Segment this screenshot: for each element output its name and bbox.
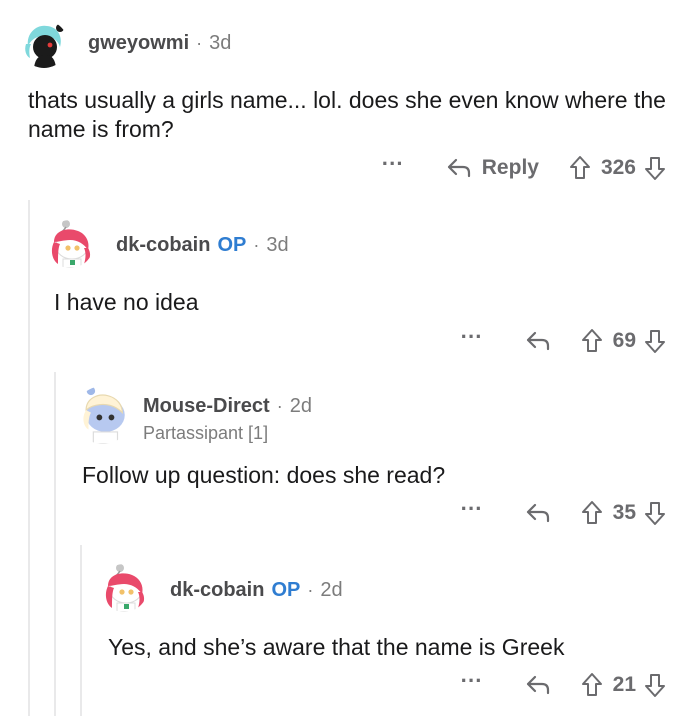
reply-button[interactable] (525, 329, 551, 353)
avatar[interactable] (74, 386, 132, 444)
avatar[interactable] (100, 564, 148, 612)
username[interactable]: Mouse-Direct (143, 395, 270, 418)
username[interactable]: gweyowmi (88, 32, 189, 55)
op-badge: OP (217, 234, 247, 256)
separator-dot: · (307, 580, 314, 600)
comment-actions: ··· 69 (461, 326, 666, 356)
user-flair: Partassipant [1] (143, 423, 269, 443)
vote-controls: 326 (569, 155, 666, 181)
comment-body: Yes, and she’s aware that the name is Gr… (108, 634, 565, 660)
comment-meta: gweyowmi · 3d (88, 32, 231, 55)
reply-icon (526, 503, 549, 523)
vote-controls: 21 (581, 672, 666, 698)
more-options-icon[interactable]: ··· (461, 670, 483, 694)
reply-button[interactable] (525, 673, 551, 697)
comment-body: I have no idea (54, 289, 199, 315)
comment-actions: ··· Reply 326 (382, 153, 666, 183)
reply-button[interactable] (525, 501, 551, 525)
op-badge: OP (271, 579, 301, 601)
upvote-icon[interactable] (581, 328, 603, 354)
downvote-icon[interactable] (644, 672, 666, 698)
comment-meta: dk-cobain OP · 2d (170, 579, 343, 602)
reply-icon (526, 331, 549, 351)
reply-icon (447, 158, 470, 178)
comment-meta: Mouse-Direct · 2d (143, 395, 312, 418)
comment-actions: ··· 35 (461, 498, 666, 528)
comment-actions: ··· 21 (461, 670, 666, 700)
more-options-icon[interactable]: ··· (382, 153, 404, 177)
comment-meta: dk-cobain OP · 3d (116, 234, 289, 257)
downvote-icon[interactable] (644, 155, 666, 181)
upvote-icon[interactable] (581, 500, 603, 526)
vote-count: 21 (612, 673, 636, 696)
comment-body: Follow up question: does she read? (82, 462, 446, 488)
username[interactable]: dk-cobain (170, 579, 264, 602)
username[interactable]: dk-cobain (116, 234, 210, 257)
comment-body: thats usually a girls name... lol. does … (28, 87, 666, 142)
vote-controls: 35 (581, 500, 666, 526)
thread-line-level-2[interactable] (54, 372, 56, 716)
more-options-icon[interactable]: ··· (461, 326, 483, 350)
separator-dot: · (276, 396, 283, 416)
avatar[interactable] (46, 220, 94, 268)
downvote-icon[interactable] (644, 500, 666, 526)
reply-icon (526, 675, 549, 695)
timestamp[interactable]: 3d (266, 234, 288, 257)
timestamp[interactable]: 2d (320, 579, 342, 602)
upvote-icon[interactable] (569, 155, 591, 181)
vote-count: 69 (612, 329, 636, 352)
reply-label: Reply (481, 156, 539, 179)
avatar[interactable] (20, 20, 68, 68)
upvote-icon[interactable] (581, 672, 603, 698)
separator-dot: · (253, 235, 260, 255)
thread-line-level-1[interactable] (28, 200, 30, 716)
vote-count: 35 (612, 501, 636, 524)
timestamp[interactable]: 2d (290, 395, 312, 418)
separator-dot: · (196, 33, 203, 53)
reply-button[interactable]: Reply (446, 156, 539, 180)
timestamp[interactable]: 3d (209, 32, 231, 55)
vote-count: 326 (600, 156, 636, 179)
vote-controls: 69 (581, 328, 666, 354)
downvote-icon[interactable] (644, 328, 666, 354)
more-options-icon[interactable]: ··· (461, 498, 483, 522)
thread-line-level-3[interactable] (80, 545, 82, 716)
